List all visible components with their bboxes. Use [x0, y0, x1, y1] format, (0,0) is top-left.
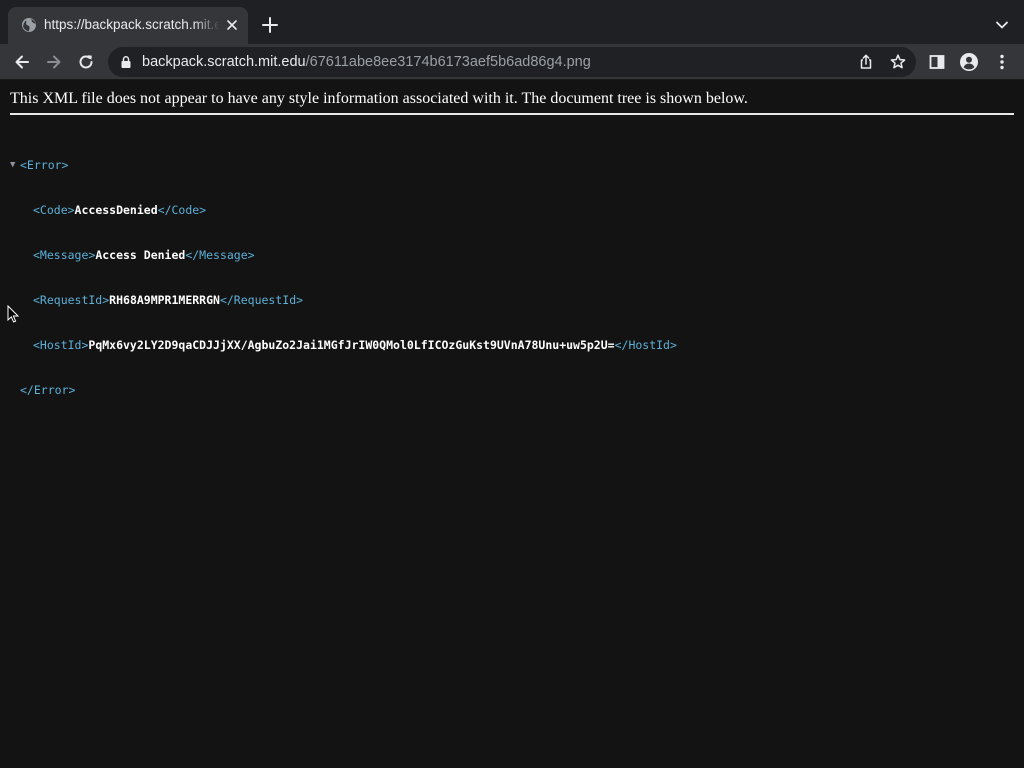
xml-tag: <Code> — [33, 203, 75, 217]
url-text[interactable]: backpack.scratch.mit.edu/67611abe8ee3174… — [142, 53, 591, 71]
url-host: backpack.scratch.mit.edu — [142, 54, 306, 70]
address-bar[interactable]: backpack.scratch.mit.edu/67611abe8ee3174… — [108, 47, 916, 77]
star-icon[interactable] — [889, 53, 907, 71]
xml-tag: <HostId> — [33, 338, 89, 352]
forward-arrow-icon[interactable] — [44, 52, 64, 72]
mouse-cursor-icon — [7, 305, 19, 323]
lock-icon[interactable] — [119, 55, 133, 69]
xml-tag: </HostId> — [614, 338, 677, 352]
plus-icon[interactable] — [258, 13, 282, 37]
collapse-toggle-icon[interactable]: ▼ — [10, 158, 20, 173]
tab-title: https://backpack.scratch.mit.edu/67611ab… — [44, 17, 220, 32]
xml-tag: </RequestId> — [219, 293, 304, 307]
xml-value: PqMx6vy2LY2D9qaCDJJjXX/AgbuZo2Jai1MGfJrI… — [88, 338, 615, 352]
page-content: This XML file does not appear to have an… — [0, 81, 1024, 768]
tab-strip: https://backpack.scratch.mit.edu/67611ab… — [0, 0, 1024, 44]
chevron-down-icon[interactable] — [992, 15, 1012, 35]
close-icon[interactable] — [224, 17, 240, 33]
xml-tag: </Message> — [185, 248, 255, 262]
xml-style-notice: This XML file does not appear to have an… — [10, 89, 1014, 115]
xml-root-close-line: </Error> — [10, 383, 677, 398]
kebab-menu-icon[interactable] — [992, 52, 1012, 72]
xml-value: Access Denied — [95, 248, 186, 262]
profile-icon[interactable] — [959, 52, 979, 72]
back-arrow-icon[interactable] — [12, 52, 32, 72]
browser-toolbar: backpack.scratch.mit.edu/67611abe8ee3174… — [0, 44, 1024, 80]
xml-tag: <RequestId> — [33, 293, 110, 307]
xml-node: <Code> AccessDenied </Code> — [10, 203, 677, 218]
globe-icon — [22, 18, 36, 32]
xml-tree: ▼ <Error> <Code> AccessDenied </Code> <Mess… — [10, 128, 677, 428]
xml-root-open-line: ▼ <Error> — [10, 158, 677, 173]
xml-tag: <Error> — [20, 158, 69, 172]
side-panel-icon[interactable] — [927, 52, 947, 72]
xml-tag: <Message> — [33, 248, 96, 262]
xml-value: RH68A9MPR1MERRGN — [109, 293, 220, 307]
xml-tag: </Error> — [20, 383, 76, 397]
xml-value: AccessDenied — [74, 203, 158, 217]
xml-node: <Message> Access Denied </Message> — [10, 248, 677, 263]
reload-icon[interactable] — [76, 52, 96, 72]
xml-tag: </Code> — [157, 203, 207, 217]
url-path: /67611abe8ee3174b6173aef5b6ad86g4.png — [305, 54, 591, 70]
xml-node: <RequestId> RH68A9MPR1MERRGN </RequestId> — [10, 293, 677, 308]
browser-tab[interactable]: https://backpack.scratch.mit.edu/67611ab… — [8, 7, 248, 44]
share-icon[interactable] — [857, 53, 875, 71]
xml-node: <HostId> PqMx6vy2LY2D9qaCDJJjXX/AgbuZo2Ja… — [10, 338, 677, 353]
